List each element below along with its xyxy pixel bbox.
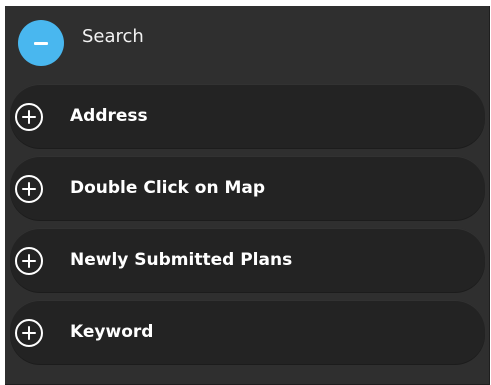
search-header[interactable]: Search (5, 6, 490, 76)
search-option-address[interactable]: Address (10, 84, 485, 148)
search-header-label: Search (82, 26, 144, 47)
search-option-newly-submitted-plans[interactable]: Newly Submitted Plans (10, 228, 485, 292)
expand-plus-icon (15, 175, 43, 203)
search-option-double-click-on-map[interactable]: Double Click on Map (10, 156, 485, 220)
search-panel: Search Address Double Click on Map Newly… (5, 6, 490, 385)
search-option-keyword[interactable]: Keyword (10, 300, 485, 364)
minus-icon (34, 41, 48, 45)
expand-plus-icon (15, 247, 43, 275)
expand-plus-icon (15, 103, 43, 131)
expand-plus-icon (15, 319, 43, 347)
collapse-icon[interactable] (18, 20, 64, 66)
search-option-label: Keyword (70, 322, 154, 342)
search-option-label: Address (70, 106, 148, 126)
search-option-label: Newly Submitted Plans (70, 250, 293, 270)
search-option-label: Double Click on Map (70, 178, 266, 198)
